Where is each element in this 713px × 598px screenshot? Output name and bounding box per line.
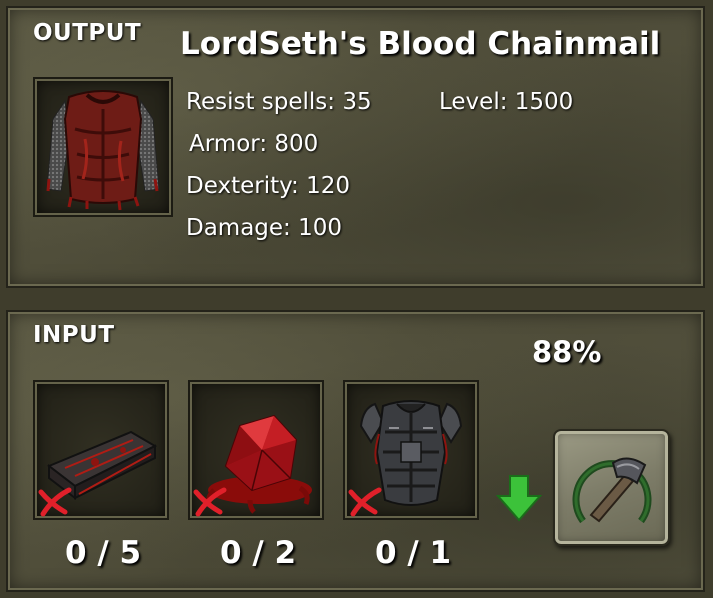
stat-resist-spells: Resist spells: 35 [186,89,372,115]
missing-ingredient-icon [38,487,72,517]
ingredient-count-2: 0 / 2 [219,535,297,571]
down-arrow-icon [495,475,543,522]
item-name: LordSeth's Blood Chainmail [180,26,661,62]
ingredient-count-1: 0 / 5 [64,535,142,571]
stat-damage: Damage: 100 [186,215,343,241]
ingredient-count-3: 0 / 1 [374,535,452,571]
blood-chainmail-icon [46,90,160,211]
missing-ingredient-icon [193,487,227,517]
stat-armor: Armor: 800 [189,131,319,157]
output-title: OUTPUT [33,20,142,46]
input-title: INPUT [33,322,115,348]
stat-dexterity: Dexterity: 120 [186,173,350,199]
success-chance: 88% [532,335,602,369]
missing-ingredient-icon [348,487,382,517]
ingredient-slot-2[interactable] [188,380,324,520]
ingredient-slot-3[interactable] [343,380,479,520]
output-item-slot[interactable] [33,77,173,217]
ingredient-slot-1[interactable] [33,380,169,520]
stat-level: Level: 1500 [439,89,574,115]
hammer-icon [572,457,652,524]
craft-button[interactable] [553,429,670,546]
